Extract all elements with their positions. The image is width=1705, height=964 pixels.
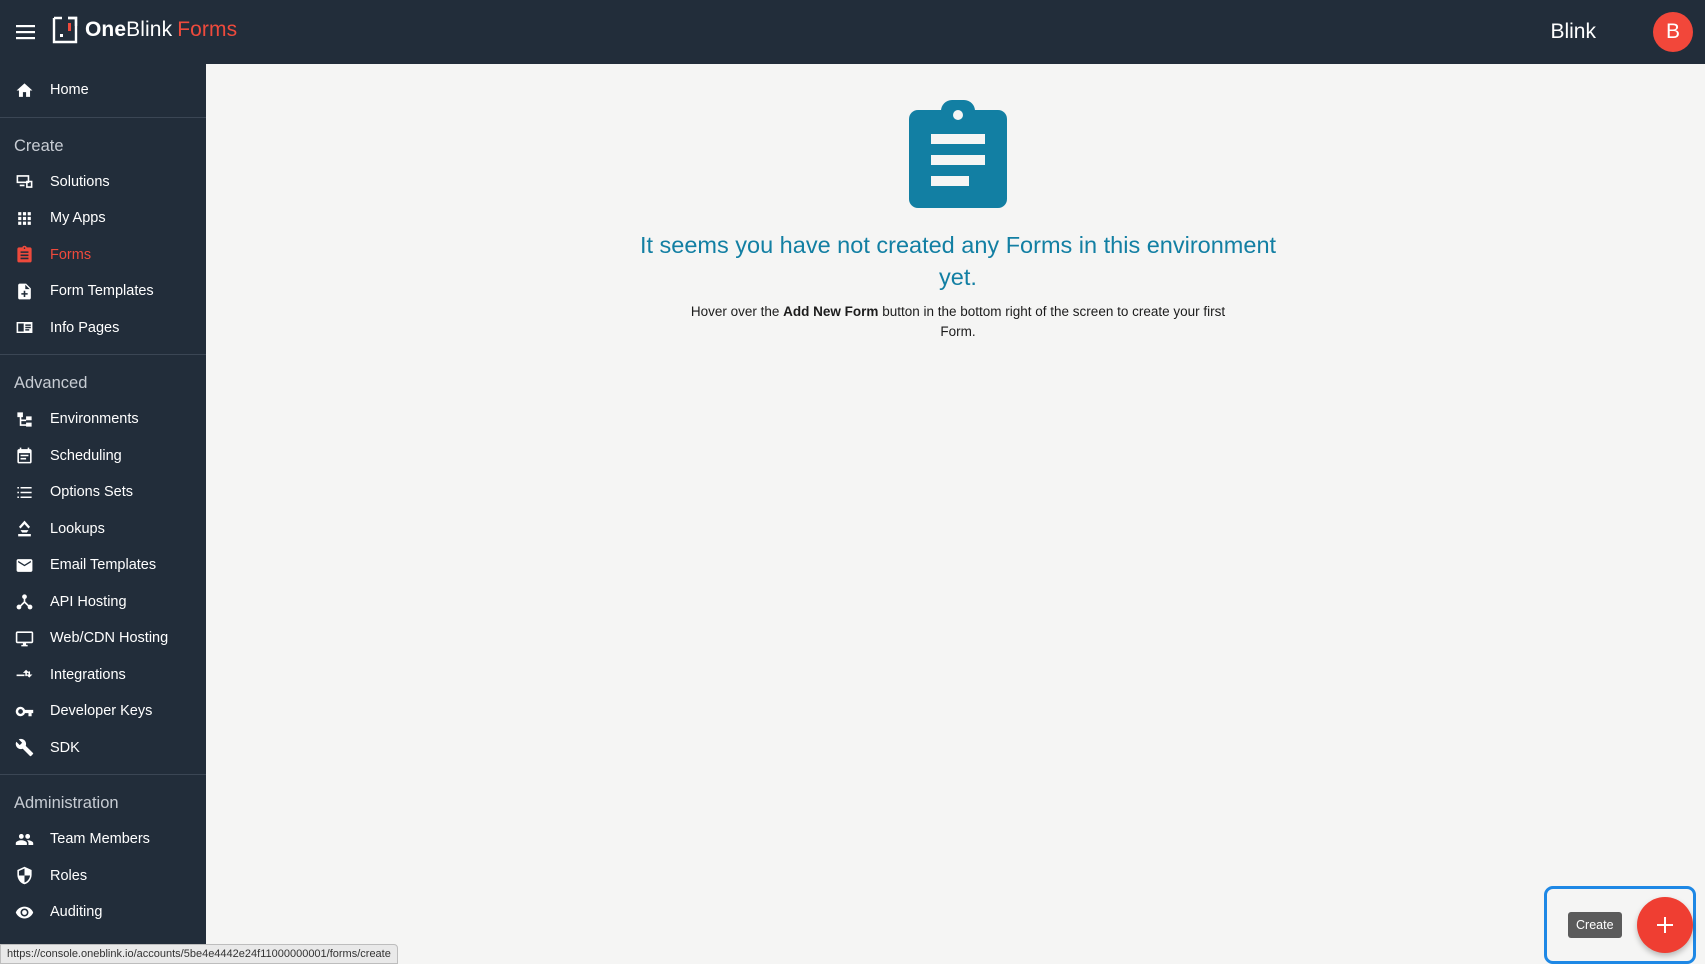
sidebar-item-solutions[interactable]: Solutions — [0, 164, 206, 201]
status-bar-url: https://console.oneblink.io/accounts/5be… — [0, 944, 398, 964]
top-app-bar: OneBlink Forms Blink B — [0, 0, 1705, 64]
sidebar-item-options-sets[interactable]: Options Sets — [0, 474, 206, 511]
environments-icon — [14, 409, 34, 429]
sidebar-item-label: Team Members — [50, 831, 150, 848]
eye-icon — [14, 902, 34, 922]
sidebar-item-label: Home — [50, 82, 89, 99]
main-content: It seems you have not created any Forms … — [206, 64, 1705, 958]
apps-grid-icon — [14, 208, 34, 228]
sidebar-item-label: Scheduling — [50, 447, 122, 464]
sidebar-item-web-cdn-hosting[interactable]: Web/CDN Hosting — [0, 620, 206, 657]
oneblink-logo-icon — [52, 16, 78, 44]
sidebar-item-label: API Hosting — [50, 593, 127, 610]
clipboard-icon — [909, 100, 1007, 208]
sidebar-item-label: Auditing — [50, 904, 103, 921]
wrench-icon — [14, 738, 34, 758]
sidebar-item-label: Solutions — [50, 173, 110, 190]
create-tooltip: Create — [1568, 912, 1622, 938]
sidebar-item-info-pages[interactable]: Info Pages — [0, 310, 206, 347]
sidebar-item-label: Environments — [50, 411, 139, 428]
sidebar-item-label: Web/CDN Hosting — [50, 630, 169, 647]
sidebar-item-lookups[interactable]: Lookups — [0, 511, 206, 548]
sidebar-item-sdk[interactable]: SDK — [0, 730, 206, 767]
sidebar-section-administration: Administration — [14, 794, 119, 812]
sidebar-item-label: My Apps — [50, 210, 106, 227]
shield-icon — [14, 866, 34, 886]
api-icon — [14, 592, 34, 612]
sidebar: Home Create Solutions My Apps Forms Form… — [0, 64, 206, 958]
sidebar-item-label: Info Pages — [50, 319, 120, 336]
list-icon — [14, 482, 34, 502]
empty-state-heading: It seems you have not created any Forms … — [639, 232, 1277, 290]
sidebar-item-label: Lookups — [50, 520, 105, 537]
sidebar-item-email-templates[interactable]: Email Templates — [0, 547, 206, 584]
app-logo[interactable]: OneBlink Forms — [52, 16, 237, 44]
integrations-icon — [14, 665, 34, 685]
sidebar-item-scheduling[interactable]: Scheduling — [0, 438, 206, 475]
sidebar-item-label: Options Sets — [50, 484, 134, 501]
sidebar-item-environments[interactable]: Environments — [0, 401, 206, 438]
empty-state-text: Hover over the Add New Form button in th… — [690, 304, 1226, 339]
monitor-icon — [14, 628, 34, 648]
sidebar-item-form-templates[interactable]: Form Templates — [0, 273, 206, 310]
solutions-icon — [14, 172, 34, 192]
sidebar-item-integrations[interactable]: Integrations — [0, 657, 206, 694]
key-icon — [14, 701, 34, 721]
sidebar-item-roles[interactable]: Roles — [0, 858, 206, 895]
clipboard-icon — [14, 245, 34, 265]
sidebar-item-my-apps[interactable]: My Apps — [0, 200, 206, 237]
avatar[interactable]: B — [1653, 12, 1693, 52]
plus-icon — [1657, 917, 1673, 933]
calendar-icon — [14, 446, 34, 466]
app-title: OneBlink Forms — [85, 18, 238, 41]
sidebar-item-home[interactable]: Home — [0, 72, 206, 109]
add-new-form-emphasis: Add New Form — [783, 304, 879, 319]
sidebar-item-label: Form Templates — [50, 283, 154, 300]
user-name[interactable]: Blink — [1550, 20, 1596, 44]
menu-icon[interactable] — [14, 20, 38, 44]
sidebar-item-auditing[interactable]: Auditing — [0, 894, 206, 931]
file-plus-icon — [14, 281, 34, 301]
sidebar-section-create: Create — [14, 136, 64, 155]
sidebar-item-label: Developer Keys — [50, 703, 153, 720]
email-icon — [14, 555, 34, 575]
sidebar-item-label: Integrations — [50, 666, 126, 683]
sidebar-item-label: Roles — [50, 867, 88, 884]
sidebar-item-label: Email Templates — [50, 557, 157, 574]
sidebar-section-advanced: Advanced — [14, 374, 88, 392]
sidebar-item-team-members[interactable]: Team Members — [0, 821, 206, 858]
home-icon — [14, 80, 34, 100]
team-icon — [14, 829, 34, 849]
sidebar-item-label: Forms — [50, 246, 92, 263]
add-new-form-button[interactable] — [1637, 897, 1693, 953]
sidebar-item-forms[interactable]: Forms — [0, 237, 206, 274]
sidebar-item-developer-keys[interactable]: Developer Keys — [0, 693, 206, 730]
sidebar-item-api-hosting[interactable]: API Hosting — [0, 584, 206, 621]
sidebar-item-label: SDK — [50, 739, 80, 756]
lookup-icon — [14, 519, 34, 539]
info-pages-icon — [14, 318, 34, 338]
